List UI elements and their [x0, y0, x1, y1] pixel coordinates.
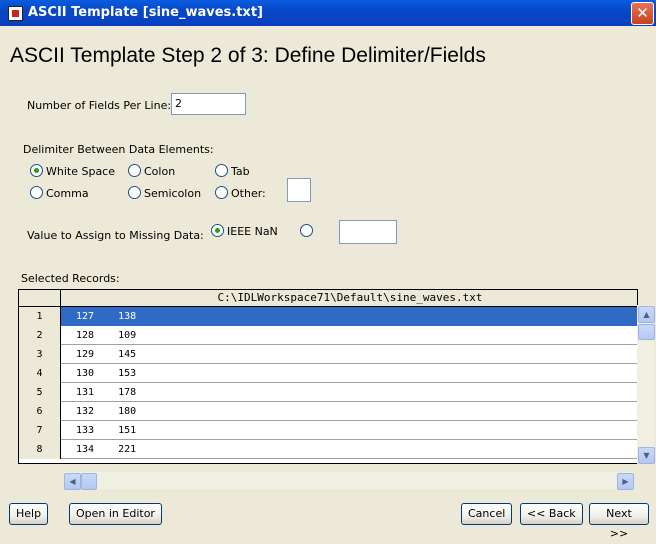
row-cell[interactable]: 127 138	[61, 307, 637, 326]
ascii-template-window: ASCII Template [sine_waves.txt] ✕ ASCII …	[0, 0, 656, 540]
radio-comma-label: Comma	[46, 187, 89, 200]
radio-unselected-icon	[215, 186, 228, 199]
vertical-scrollbar[interactable]: ▲ ▼	[637, 305, 655, 464]
row-number: 6	[19, 402, 61, 421]
radio-unselected-icon	[128, 186, 141, 199]
selected-records-label: Selected Records:	[21, 272, 120, 285]
radio-unselected-icon	[215, 164, 228, 177]
row-number: 4	[19, 364, 61, 383]
title-bar[interactable]: ASCII Template [sine_waves.txt] ✕	[0, 0, 656, 26]
radio-other-label: Other:	[231, 187, 266, 200]
table-row[interactable]: 4 130 153	[19, 364, 637, 383]
table-row[interactable]: 2 128 109	[19, 326, 637, 345]
help-button[interactable]: Help	[9, 503, 49, 525]
table-corner	[19, 290, 61, 306]
radio-selected-icon	[30, 164, 43, 177]
row-number: 7	[19, 421, 61, 440]
window-title: ASCII Template [sine_waves.txt]	[28, 5, 263, 20]
radio-other[interactable]: Other:	[215, 186, 266, 200]
table-row[interactable]: 8 134 221	[19, 440, 637, 459]
radio-unselected-icon	[30, 186, 43, 199]
cancel-button[interactable]: Cancel	[461, 503, 513, 525]
row-number: 5	[19, 383, 61, 402]
row-cell[interactable]: 128 109	[61, 326, 637, 345]
table-row[interactable]: 7 133 151	[19, 421, 637, 440]
column-header: C:\IDLWorkspace71\Default\sine_waves.txt	[217, 291, 483, 304]
row-number: 8	[19, 440, 61, 459]
radio-unselected-icon	[300, 224, 313, 237]
missing-value-input[interactable]	[339, 220, 397, 244]
horizontal-scrollbar[interactable]: ◀ ▶	[64, 472, 634, 490]
table-row[interactable]: 5 131 178	[19, 383, 637, 402]
row-cell[interactable]: 131 178	[61, 383, 637, 402]
row-number: 2	[19, 326, 61, 345]
scroll-down-icon[interactable]: ▼	[638, 447, 655, 464]
table-header: C:\IDLWorkspace71\Default\sine_waves.txt	[19, 290, 637, 307]
radio-tab-label: Tab	[231, 165, 250, 178]
radio-semicolon-label: Semicolon	[144, 187, 202, 200]
missing-data-label: Value to Assign to Missing Data:	[27, 229, 204, 242]
row-cell[interactable]: 130 153	[61, 364, 637, 383]
fields-per-line-label: Number of Fields Per Line:	[27, 99, 172, 112]
radio-selected-icon	[211, 224, 224, 237]
app-icon	[8, 6, 23, 21]
scroll-up-icon[interactable]: ▲	[638, 306, 655, 323]
row-cell[interactable]: 133 151	[61, 421, 637, 440]
radio-comma[interactable]: Comma	[30, 186, 89, 200]
radio-white-space[interactable]: White Space	[30, 164, 115, 178]
row-cell[interactable]: 129 145	[61, 345, 637, 364]
radio-custom-missing[interactable]	[300, 224, 316, 238]
radio-colon-label: Colon	[144, 165, 176, 178]
other-delimiter-input[interactable]	[287, 178, 311, 202]
fields-per-line-input[interactable]: 2	[171, 93, 246, 115]
scroll-thumb-horizontal[interactable]	[81, 473, 97, 490]
next-button[interactable]: Next >>	[589, 503, 649, 540]
radio-ieee-nan[interactable]: IEEE NaN	[211, 224, 278, 238]
radio-unselected-icon	[128, 164, 141, 177]
radio-semicolon[interactable]: Semicolon	[128, 186, 201, 200]
row-number: 1	[19, 307, 61, 326]
radio-tab[interactable]: Tab	[215, 164, 250, 178]
row-number: 3	[19, 345, 61, 364]
table-row[interactable]: 3 129 145	[19, 345, 637, 364]
open-in-editor-button[interactable]: Open in Editor	[69, 503, 162, 525]
scroll-right-icon[interactable]: ▶	[617, 473, 634, 490]
close-icon[interactable]: ✕	[631, 2, 654, 25]
records-table[interactable]: C:\IDLWorkspace71\Default\sine_waves.txt…	[18, 289, 638, 464]
row-cell[interactable]: 134 221	[61, 440, 637, 459]
table-row[interactable]: 1 127 138	[19, 307, 637, 326]
table-row[interactable]: 6 132 180	[19, 402, 637, 421]
radio-colon[interactable]: Colon	[128, 164, 175, 178]
radio-white-space-label: White Space	[46, 165, 116, 178]
delimiter-label: Delimiter Between Data Elements:	[23, 143, 214, 156]
scroll-left-icon[interactable]: ◀	[64, 473, 81, 490]
scroll-thumb[interactable]	[638, 324, 655, 340]
page-title: ASCII Template Step 2 of 3: Define Delim…	[10, 44, 486, 67]
back-button[interactable]: << Back	[520, 503, 583, 525]
row-cell[interactable]: 132 180	[61, 402, 637, 421]
radio-ieee-nan-label: IEEE NaN	[227, 225, 278, 238]
